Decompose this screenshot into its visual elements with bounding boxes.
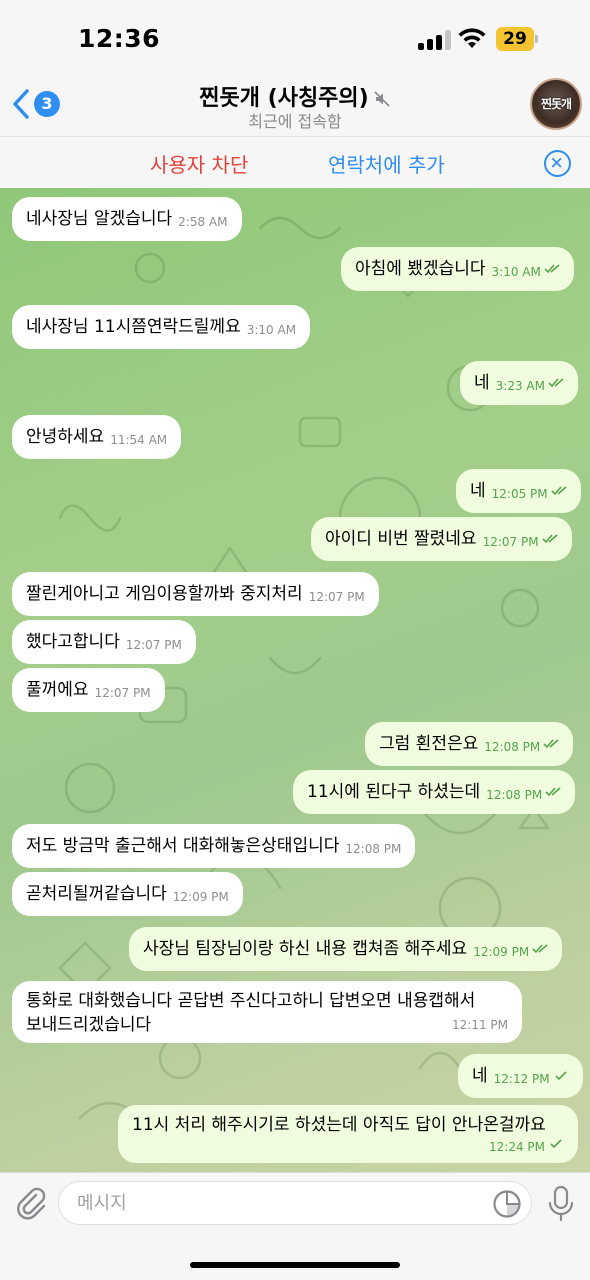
message-time: 12:12 PM [493, 1072, 550, 1086]
message-time: 3:23 AM [495, 379, 545, 393]
message-text: 곧처리될꺼같습니다 [26, 884, 167, 904]
message-composer [0, 1172, 590, 1280]
chat-header: 3 찐돗개 (사칭주의) 최근에 접속함 찐돗개 [0, 72, 590, 136]
message-bubble-incoming[interactable]: 곧처리될꺼같습니다 12:09 PM [12, 872, 243, 916]
block-user-button[interactable]: 사용자 차단 [150, 149, 248, 178]
battery-icon: 29 [496, 27, 538, 51]
single-check-icon [555, 1071, 567, 1081]
double-check-icon [544, 264, 560, 274]
avatar[interactable]: 찐돗개 [530, 78, 582, 130]
message-text: 그럼 횐전은요 [379, 734, 479, 754]
message-bubble-outgoing[interactable]: 사장님 팀장님이랑 하신 내용 캡쳐좀 해주세요 12:09 PM [129, 927, 563, 971]
message-text: 네사장님 알겠습니다 [26, 209, 173, 229]
message-time: 12:07 PM [482, 535, 539, 549]
sticker-icon[interactable] [492, 1189, 522, 1219]
message-text: 저도 방금막 출근해서 대화해놓은상태입니다 [26, 836, 340, 856]
message-time: 12:07 PM [125, 638, 182, 652]
message-time: 12:11 PM [452, 1018, 508, 1032]
message-time: 12:07 PM [308, 590, 365, 604]
double-check-icon [532, 944, 548, 954]
muted-icon [374, 91, 390, 107]
message-text: 아이디 비번 짤렸네요 [325, 529, 477, 549]
avatar-label: 찐돗개 [540, 97, 572, 111]
message-input[interactable] [58, 1181, 532, 1225]
message-bubble-incoming[interactable]: 네사장님 11시쯤연락드릴께요 3:10 AM [12, 305, 311, 349]
message-bubble-incoming[interactable]: 통화로 대화했습니다 곧답변 주신다고하니 답변오면 내용캡해서 보내드리겠습니… [12, 981, 522, 1043]
message-text: 안녕하세요 [26, 427, 105, 447]
close-icon[interactable] [544, 150, 571, 177]
last-seen-status: 최근에 접속함 [248, 112, 342, 131]
message-time: 12:08 PM [486, 788, 543, 802]
double-check-icon [542, 534, 558, 544]
double-check-icon [551, 486, 567, 496]
message-bubble-outgoing[interactable]: 아이디 비번 짤렸네요 12:07 PM [311, 517, 572, 561]
message-bubble-incoming[interactable]: 짤린게아니고 게임이용할까봐 중지처리 12:07 PM [12, 572, 379, 616]
message-text: 네 [470, 481, 486, 501]
message-bubble-outgoing[interactable]: 11시 처리 해주시기로 하셨는데 아직도 답이 안나온걸까요 12:24 PM [118, 1105, 578, 1163]
message-time: 12:09 PM [172, 890, 229, 904]
microphone-icon[interactable] [547, 1185, 575, 1223]
contact-action-bar: 사용자 차단 연락처에 추가 [0, 136, 590, 188]
message-time: 3:10 AM [491, 265, 541, 279]
message-bubble-outgoing[interactable]: 네 3:23 AM [460, 361, 578, 405]
status-time: 12:36 [78, 24, 161, 53]
message-time: 12:08 PM [345, 842, 402, 856]
message-bubble-outgoing[interactable]: 11시에 된다구 하셨는데 12:08 PM [293, 770, 576, 814]
battery-level: 29 [496, 27, 534, 51]
message-bubble-incoming[interactable]: 저도 방금막 출근해서 대화해놓은상태입니다 12:08 PM [12, 824, 416, 868]
message-list[interactable]: 네사장님 알겠습니다 2:58 AM 아침에 뵀겠습니다 3:10 AM 네사장님 … [0, 188, 590, 1172]
message-text: 네 [472, 1066, 488, 1086]
single-check-icon [550, 1139, 562, 1149]
message-bubble-outgoing[interactable]: 아침에 뵀겠습니다 3:10 AM [341, 247, 574, 291]
message-bubble-outgoing[interactable]: 네 12:12 PM [458, 1054, 583, 1098]
message-bubble-incoming[interactable]: 풀꺼에요 12:07 PM [12, 668, 165, 712]
message-bubble-incoming[interactable]: 안녕하세요 11:54 AM [12, 415, 182, 459]
message-text: 아침에 뵀겠습니다 [355, 259, 486, 279]
message-bubble-outgoing[interactable]: 그럼 횐전은요 12:08 PM [365, 722, 574, 766]
message-time: 12:05 PM [491, 487, 548, 501]
double-check-icon [543, 739, 559, 749]
wifi-icon [458, 28, 486, 48]
message-time: 12:08 PM [484, 740, 541, 754]
message-time: 12:24 PM [489, 1140, 545, 1154]
double-check-icon [545, 787, 561, 797]
add-contact-button[interactable]: 연락처에 추가 [328, 149, 445, 178]
message-bubble-incoming[interactable]: 네사장님 알겠습니다 2:58 AM [12, 197, 242, 241]
status-bar: 12:36 29 [0, 0, 590, 72]
message-text: 11시에 된다구 하셨는데 [307, 782, 481, 802]
message-time: 3:10 AM [246, 323, 297, 337]
message-text: 했다고합니다 [26, 632, 120, 652]
message-text: 보내드리겠습니다 [26, 1015, 152, 1035]
message-text: 통화로 대화했습니다 곧답변 주신다고하니 답변오면 내용캡해서 [26, 991, 476, 1011]
double-check-icon [548, 378, 564, 388]
message-text: 네 [474, 373, 490, 393]
message-time: 12:09 PM [473, 945, 530, 959]
message-bubble-outgoing[interactable]: 네 12:05 PM [456, 469, 581, 513]
cellular-signal-icon [418, 30, 452, 50]
message-text: 풀꺼에요 [26, 680, 89, 700]
message-time: 11:54 AM [110, 433, 168, 447]
message-bubble-incoming[interactable]: 했다고합니다 12:07 PM [12, 620, 196, 664]
message-text: 네사장님 11시쯤연락드릴께요 [26, 317, 241, 337]
message-text: 사장님 팀장님이랑 하신 내용 캡쳐좀 해주세요 [143, 939, 468, 959]
home-indicator [190, 1262, 400, 1268]
message-text: 짤린게아니고 게임이용할까봐 중지처리 [26, 584, 303, 604]
message-time: 12:07 PM [94, 686, 151, 700]
message-time: 2:58 AM [178, 215, 228, 229]
attachment-icon[interactable] [14, 1185, 48, 1221]
